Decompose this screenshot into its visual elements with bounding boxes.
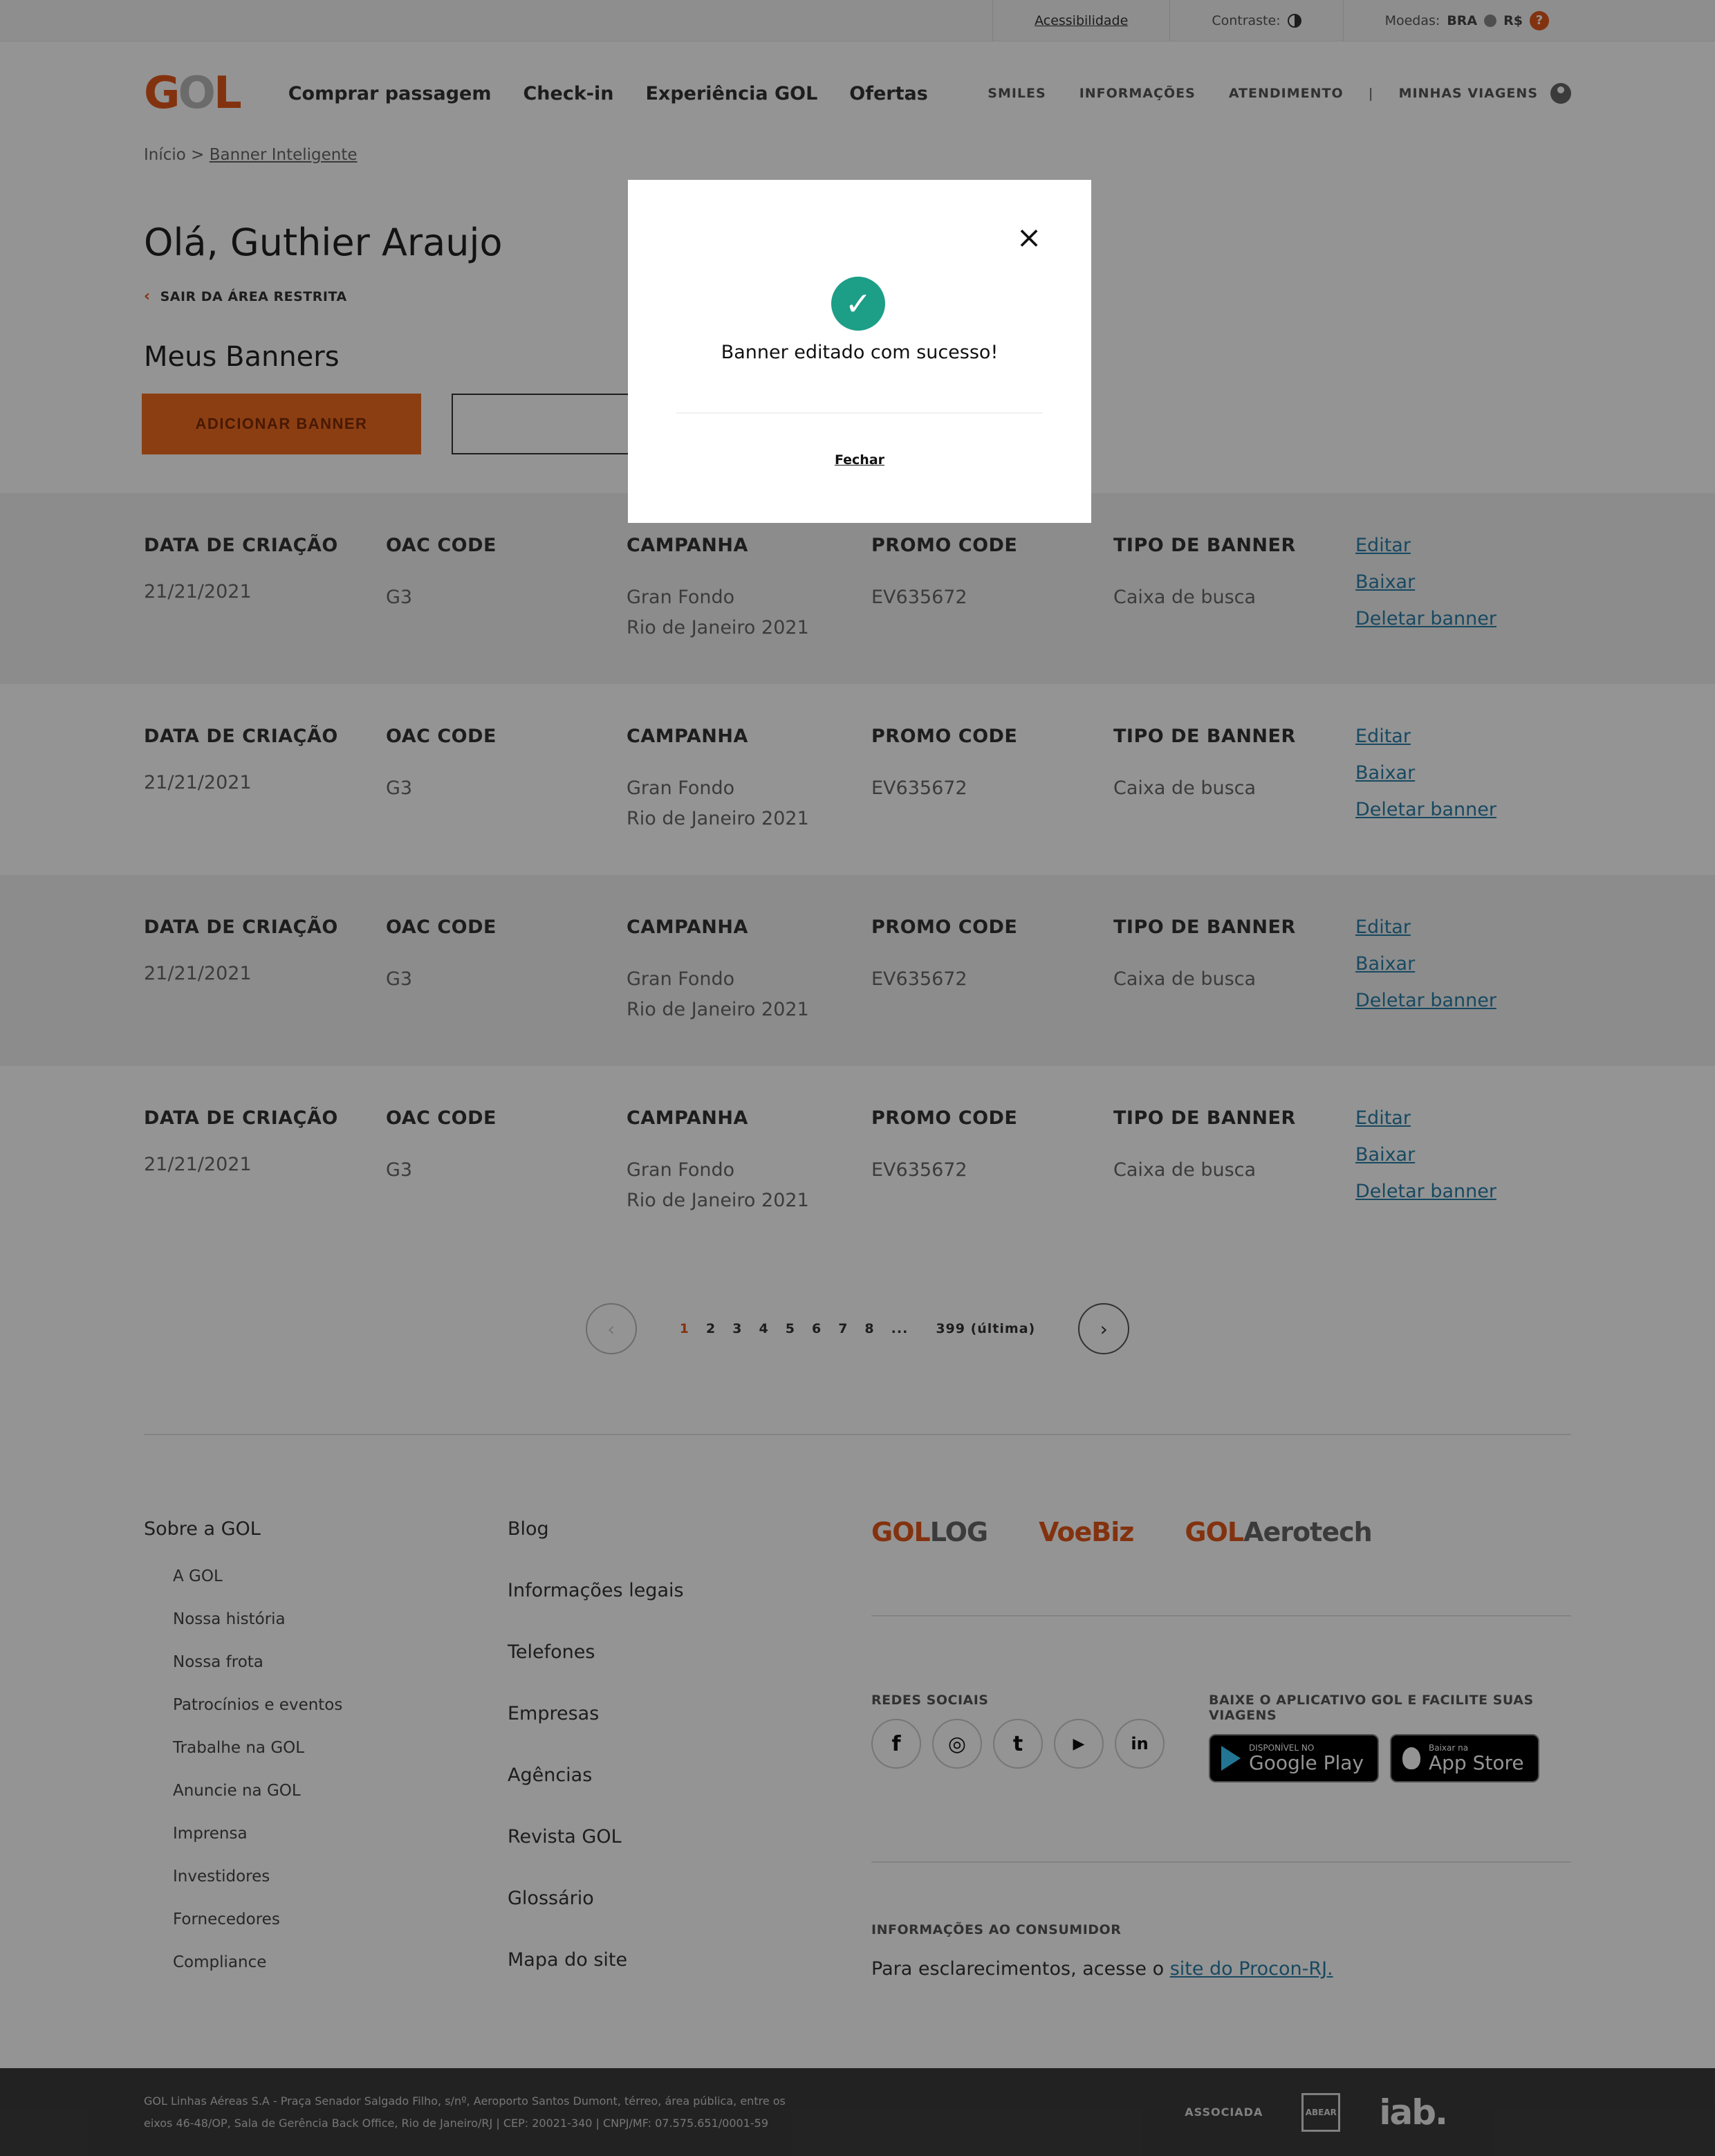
modal-close-button[interactable]: Fechar — [628, 452, 1091, 468]
close-icon[interactable]: × — [1015, 223, 1043, 253]
modal-message: Banner editado com sucesso! — [721, 342, 999, 363]
modal-divider — [676, 412, 1043, 414]
success-modal: × ✓ Banner editado com sucesso! Fechar — [628, 180, 1091, 523]
success-check-icon: ✓ — [831, 277, 885, 331]
